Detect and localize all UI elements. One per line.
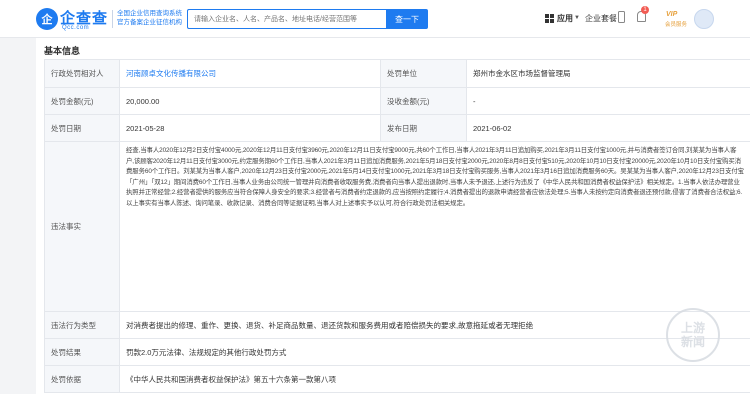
brand-domain: Qcc.com: [62, 25, 90, 31]
basis-value: 《中华人民共和国消费者权益保护法》第五十六条第一款第八项: [126, 374, 336, 384]
confiscated-label: 没收金额(元): [381, 88, 467, 114]
section-title: 基本信息: [44, 46, 81, 56]
slogan-line-2: 官方备案企业征信机构: [117, 19, 182, 26]
slogan-line-1: 全国企业信用查询系统: [117, 10, 182, 17]
apps-menu[interactable]: 应用: [557, 13, 573, 24]
authority-label: 处罚单位: [381, 60, 467, 87]
search-button[interactable]: 查一下: [386, 9, 428, 29]
avatar[interactable]: [694, 9, 714, 29]
top-bar: 企 企查查 Qcc.com 全国企业信用查询系统 官方备案企业征信机构 查一下 …: [0, 0, 750, 38]
amount-label: 处罚金额(元): [45, 88, 120, 114]
divider: [112, 10, 113, 28]
table-row: 违法行为类型 对消费者提出的修理、重作、更换、退货、补足商品数量、退还货款和服务…: [45, 312, 750, 339]
confiscated-value: -: [473, 96, 476, 106]
chevron-down-icon[interactable]: ▼: [574, 15, 580, 21]
notification-badge: 1: [641, 6, 649, 14]
result-value: 罚款2.0万元法律、法规规定的其他行政处罚方式: [126, 347, 287, 357]
table-row: 违法事实 经查,当事人2020年12月2日支付宝4000元,2020年12月11…: [45, 142, 750, 312]
violation-type-label: 违法行为类型: [45, 312, 120, 338]
table-row: 行政处罚相对人 河南顾卓文化传播有限公司 处罚单位 郑州市金水区市场监督管理局: [45, 60, 750, 88]
party-label: 行政处罚相对人: [45, 60, 120, 87]
facts-label: 违法事实: [45, 142, 120, 311]
publish-date-label: 发布日期: [381, 115, 467, 141]
mobile-phone-icon[interactable]: [618, 11, 625, 23]
vip-label[interactable]: 会员服务: [665, 20, 687, 28]
penalty-date-label: 处罚日期: [45, 115, 120, 141]
qcc-logo-icon[interactable]: 企: [36, 8, 58, 30]
brand-slogan: 全国企业信用查询系统 官方备案企业征信机构: [117, 9, 182, 27]
vip-icon[interactable]: VIP: [666, 11, 677, 18]
table-row: 处罚日期 2021-05-28 发布日期 2021-06-02: [45, 115, 750, 142]
watermark-logo: 上游 新闻: [666, 308, 720, 362]
table-row: 处罚结果 罚款2.0万元法律、法规规定的其他行政处罚方式: [45, 339, 750, 366]
penalty-date-value: 2021-05-28: [120, 115, 381, 141]
table-row: 处罚依据 《中华人民共和国消费者权益保护法》第五十六条第一款第八项: [45, 366, 750, 393]
amount-value: 20,000.00: [120, 88, 381, 114]
authority-value: 郑州市金水区市场监督管理局: [473, 69, 571, 78]
party-company-link[interactable]: 河南顾卓文化传播有限公司: [120, 60, 381, 87]
nav-enterprise-plan[interactable]: 企业套餐: [585, 13, 617, 24]
grid-icon[interactable]: [545, 14, 554, 23]
facts-value: 经查,当事人2020年12月2日支付宝4000元,2020年12月11日支付宝3…: [126, 147, 744, 207]
publish-date-value: 2021-06-02: [473, 123, 512, 133]
violation-type-value: 对消费者提出的修理、重作、更换、退货、补足商品数量、退还货款和服务费用或者赔偿损…: [126, 320, 534, 330]
table-row: 处罚金额(元) 20,000.00 没收金额(元) -: [45, 88, 750, 115]
result-label: 处罚结果: [45, 339, 120, 365]
penalty-info-table: 行政处罚相对人 河南顾卓文化传播有限公司 处罚单位 郑州市金水区市场监督管理局 …: [44, 59, 750, 393]
search-input[interactable]: [187, 9, 386, 29]
basis-label: 处罚依据: [45, 366, 120, 392]
